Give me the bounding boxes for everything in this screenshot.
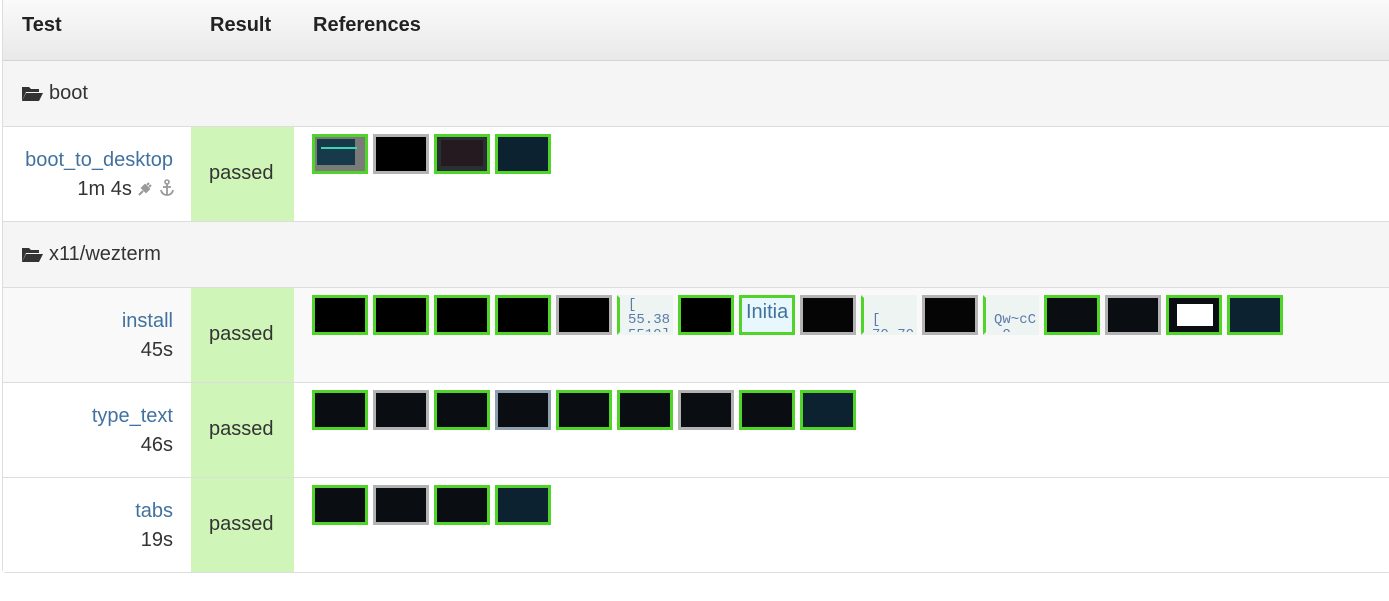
- text-reference-content: [ 55.38 5519]: [628, 297, 671, 335]
- screenshot-thumbnail[interactable]: [434, 485, 490, 525]
- header-result[interactable]: Result: [210, 14, 271, 37]
- folder-open-icon: [22, 87, 43, 101]
- test-cell: type_text 46s: [3, 383, 191, 477]
- screenshot-thumbnail[interactable]: [800, 390, 856, 430]
- table-row: install 45s passed [ 55.38 5519] Initia …: [3, 288, 1389, 383]
- text-reference[interactable]: Qw~cC -0-: [983, 295, 1039, 335]
- result-text: passed: [209, 513, 274, 535]
- screenshot-thumbnail[interactable]: [1105, 295, 1161, 335]
- screenshot-thumbnail[interactable]: [312, 134, 368, 174]
- screenshot-thumbnail[interactable]: [678, 390, 734, 430]
- test-cell: install 45s: [3, 288, 191, 382]
- screenshot-thumbnail[interactable]: [434, 390, 490, 430]
- references-list: [312, 485, 551, 525]
- screenshot-thumbnail[interactable]: [495, 485, 551, 525]
- test-duration: 45s: [140, 339, 173, 361]
- result-text: passed: [209, 323, 274, 345]
- group-row-x11-wezterm: x11/wezterm: [3, 222, 1389, 288]
- references-list: [ 55.38 5519] Initia [ 70.70 Qw~cC -0-: [312, 295, 1283, 335]
- screenshot-thumbnail[interactable]: [1044, 295, 1100, 335]
- test-link-install[interactable]: install: [122, 310, 173, 333]
- header-references[interactable]: References: [313, 14, 421, 37]
- test-link-boot_to_desktop[interactable]: boot_to_desktop: [25, 149, 173, 172]
- duration-text: 1m 4s: [77, 178, 132, 200]
- screenshot-thumbnail[interactable]: [312, 295, 368, 335]
- screenshot-thumbnail[interactable]: [373, 390, 429, 430]
- screenshot-thumbnail[interactable]: [373, 485, 429, 525]
- table-row: tabs 19s passed: [3, 478, 1389, 572]
- table-header: Test Result References: [3, 0, 1389, 61]
- screenshot-thumbnail[interactable]: [922, 295, 978, 335]
- screenshot-thumbnail[interactable]: [739, 390, 795, 430]
- test-duration: 46s: [140, 434, 173, 456]
- screenshot-thumbnail[interactable]: [312, 485, 368, 525]
- result-cell: passed: [191, 478, 294, 572]
- result-cell: passed: [191, 127, 294, 221]
- test-cell: boot_to_desktop 1m 4s: [3, 127, 191, 221]
- test-duration: 19s: [140, 529, 173, 551]
- result-cell: passed: [191, 383, 294, 477]
- screenshot-thumbnail[interactable]: [556, 390, 612, 430]
- text-reference[interactable]: Initia: [739, 295, 795, 335]
- results-table: Test Result References boot boot_to_desk…: [2, 0, 1389, 573]
- screenshot-thumbnail[interactable]: [556, 295, 612, 335]
- header-test[interactable]: Test: [22, 14, 62, 37]
- result-text: passed: [209, 162, 274, 184]
- screenshot-thumbnail[interactable]: [1166, 295, 1222, 335]
- screenshot-thumbnail[interactable]: [1227, 295, 1283, 335]
- table-row: type_text 46s passed: [3, 383, 1389, 478]
- folder-open-icon: [22, 248, 43, 262]
- screenshot-thumbnail[interactable]: [373, 134, 429, 174]
- group-row-boot: boot: [3, 61, 1389, 127]
- table-row: boot_to_desktop 1m 4s passed: [3, 127, 1389, 222]
- test-duration: 1m 4s: [77, 178, 175, 201]
- screenshot-thumbnail[interactable]: [495, 390, 551, 430]
- text-reference[interactable]: [ 55.38 5519]: [617, 295, 673, 335]
- plug-icon: [138, 182, 153, 196]
- references-list: [312, 134, 551, 174]
- references-list: [312, 390, 856, 430]
- screenshot-thumbnail[interactable]: [434, 295, 490, 335]
- result-text: passed: [209, 418, 274, 440]
- test-cell: tabs 19s: [3, 478, 191, 572]
- anchor-icon: [160, 179, 174, 196]
- text-reference-content: Qw~cC -0-: [994, 312, 1037, 335]
- text-reference-content: [ 70.70: [872, 312, 915, 335]
- test-link-type_text[interactable]: type_text: [92, 405, 173, 428]
- screenshot-thumbnail[interactable]: [495, 134, 551, 174]
- screenshot-thumbnail[interactable]: [495, 295, 551, 335]
- screenshot-thumbnail[interactable]: [617, 390, 673, 430]
- screenshot-thumbnail[interactable]: [800, 295, 856, 335]
- group-label: x11/wezterm: [49, 243, 161, 265]
- screenshot-thumbnail[interactable]: [434, 134, 490, 174]
- text-reference-content: Initia: [746, 301, 789, 323]
- screenshot-thumbnail[interactable]: [373, 295, 429, 335]
- result-cell: passed: [191, 288, 294, 382]
- test-link-tabs[interactable]: tabs: [135, 500, 173, 523]
- screenshot-thumbnail[interactable]: [312, 390, 368, 430]
- text-reference[interactable]: [ 70.70: [861, 295, 917, 335]
- group-label: boot: [49, 82, 88, 104]
- screenshot-thumbnail[interactable]: [678, 295, 734, 335]
